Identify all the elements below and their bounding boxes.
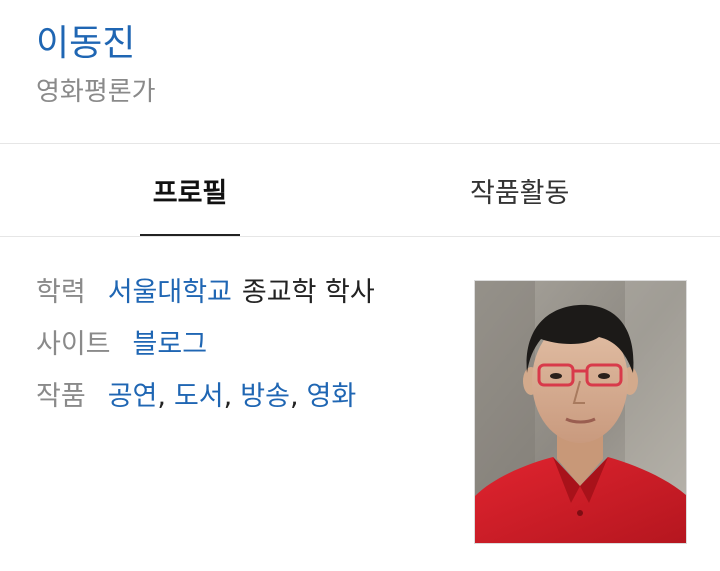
tab-works[interactable]: 작품활동: [380, 144, 720, 236]
person-name[interactable]: 이동진: [36, 20, 720, 68]
tab-profile[interactable]: 프로필: [0, 144, 380, 236]
works-label: 작품: [36, 381, 86, 412]
tab-bar: 프로필 작품활동: [0, 144, 720, 236]
works-separator: ,: [157, 381, 166, 412]
tab-works-label: 작품활동: [470, 177, 570, 209]
site-label: 사이트: [36, 329, 111, 360]
blog-link[interactable]: 블로그: [133, 322, 208, 361]
works-link-broadcast[interactable]: 방송: [240, 374, 290, 413]
person-occupation: 영화평론가: [36, 77, 156, 107]
tab-profile-label: 프로필: [152, 177, 228, 209]
works-separator: ,: [289, 381, 299, 412]
works-link-performance[interactable]: 공연: [108, 374, 158, 413]
site-row: 사이트 블로그: [36, 322, 456, 374]
education-row: 학력 서울대학교 종교학 학사: [36, 270, 456, 322]
works-separator: ,: [223, 381, 233, 412]
education-label: 학력: [36, 277, 86, 308]
works-row: 작품 공연, 도서, 방송, 영화: [36, 374, 456, 426]
degree-text: 종교학 학사: [241, 277, 375, 308]
school-link[interactable]: 서울대학교: [108, 270, 232, 309]
divider: [0, 236, 720, 237]
profile-info: 학력 서울대학교 종교학 학사 사이트 블로그 작품 공연, 도서, 방송, 영…: [36, 270, 456, 426]
works-link-books[interactable]: 도서: [174, 374, 224, 413]
profile-header: 이동진 영화평론가: [36, 20, 720, 110]
profile-photo-image: [475, 281, 686, 543]
profile-photo: [474, 280, 687, 544]
works-link-movies[interactable]: 영화: [307, 374, 357, 413]
